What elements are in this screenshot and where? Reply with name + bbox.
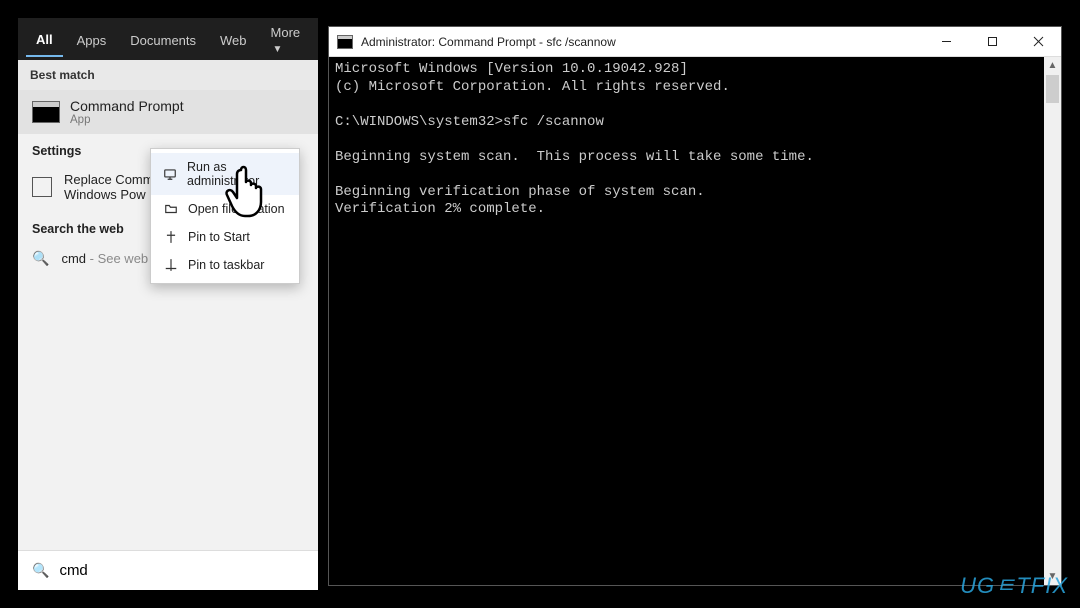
ctx-run-as-admin[interactable]: Run as administrator (151, 153, 299, 195)
result-text: Command Prompt App (70, 98, 184, 126)
folder-icon (163, 202, 178, 216)
best-match-header: Best match (18, 60, 318, 90)
cmd-window: Administrator: Command Prompt - sfc /sca… (328, 26, 1062, 586)
ctx-pin-to-taskbar[interactable]: Pin to taskbar (151, 251, 299, 279)
terminal-output: Microsoft Windows [Version 10.0.19042.92… (329, 57, 1061, 223)
ctx-label: Pin to Start (188, 230, 250, 244)
tab-all[interactable]: All (26, 22, 63, 57)
chevron-down-icon: ▼ (273, 44, 283, 55)
cmd-icon (337, 35, 353, 49)
search-input[interactable] (59, 562, 304, 579)
search-box[interactable]: 🔍 (18, 550, 318, 590)
command-prompt-icon (32, 101, 60, 123)
admin-icon (163, 167, 177, 181)
minimize-button[interactable] (923, 27, 969, 56)
settings-item-label: Replace Comm Windows Pow (64, 172, 154, 202)
tab-more[interactable]: More ▼ (261, 15, 311, 63)
window-controls (923, 27, 1061, 56)
ctx-label: Run as administrator (187, 160, 287, 188)
tab-documents[interactable]: Documents (120, 23, 206, 56)
close-button[interactable] (1015, 27, 1061, 56)
search-icon: 🔍 (32, 562, 49, 579)
result-subtitle: App (70, 114, 184, 126)
search-panel: All Apps Documents Web More ▼ Best match… (18, 18, 318, 590)
maximize-button[interactable] (969, 27, 1015, 56)
pin-start-icon (163, 230, 178, 244)
tab-more-label: More (271, 25, 301, 40)
web-query: cmd (61, 251, 86, 266)
ctx-label: Pin to taskbar (188, 258, 264, 272)
context-menu: Run as administrator Open file location … (150, 148, 300, 284)
scrollbar[interactable]: ▲ ▼ (1044, 57, 1061, 585)
result-title: Command Prompt (70, 98, 184, 114)
search-icon: 🔍 (32, 250, 49, 267)
scroll-up-icon[interactable]: ▲ (1044, 57, 1061, 74)
watermark: UGㅌTFIX (960, 568, 1068, 600)
pin-taskbar-icon (163, 258, 178, 272)
ctx-open-file-location[interactable]: Open file location (151, 195, 299, 223)
terminal-body[interactable]: Microsoft Windows [Version 10.0.19042.92… (329, 57, 1061, 585)
ctx-pin-to-start[interactable]: Pin to Start (151, 223, 299, 251)
result-command-prompt[interactable]: Command Prompt App (18, 90, 318, 134)
tab-web[interactable]: Web (210, 23, 257, 56)
titlebar[interactable]: Administrator: Command Prompt - sfc /sca… (329, 27, 1061, 57)
scroll-thumb[interactable] (1046, 75, 1059, 103)
search-tabs: All Apps Documents Web More ▼ (18, 18, 318, 60)
spacer (18, 277, 318, 550)
ctx-label: Open file location (188, 202, 285, 216)
tab-apps[interactable]: Apps (67, 23, 117, 56)
window-title: Administrator: Command Prompt - sfc /sca… (361, 35, 616, 49)
powershell-icon (32, 177, 52, 197)
